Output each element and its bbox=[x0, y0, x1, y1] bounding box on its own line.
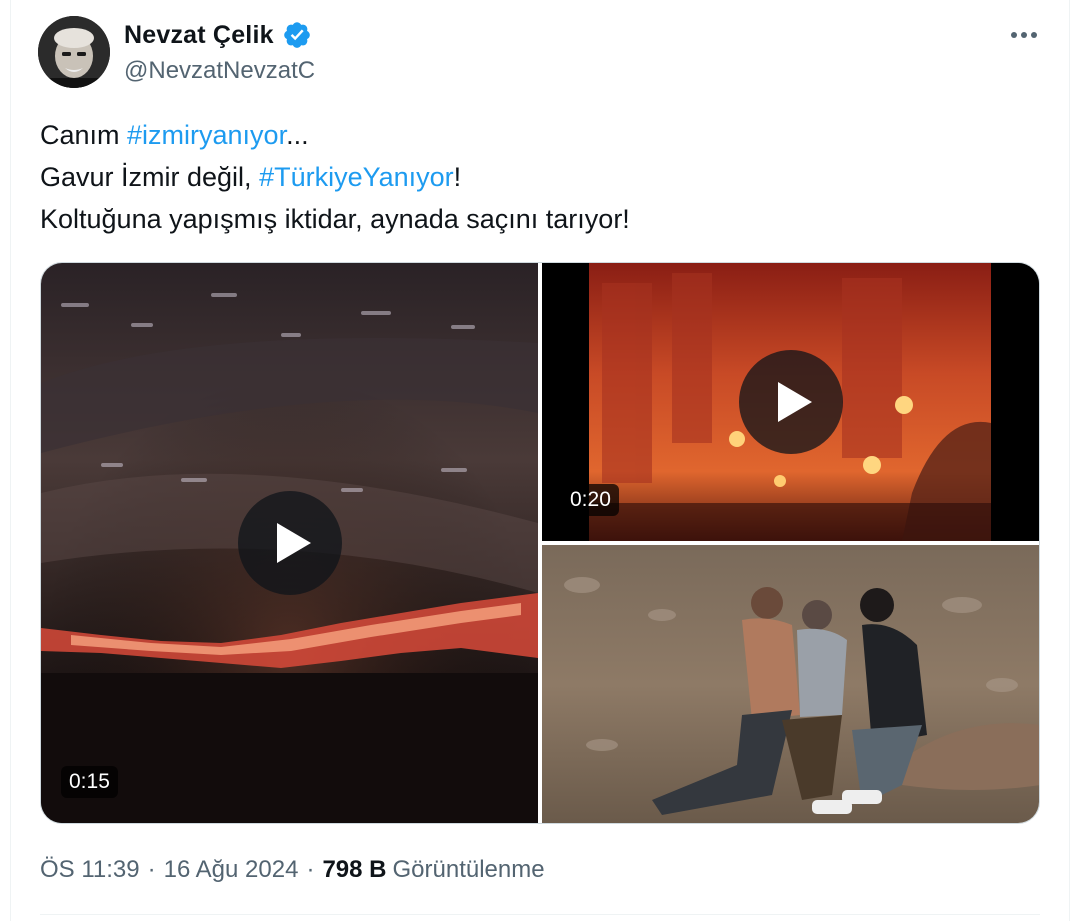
play-triangle bbox=[778, 382, 812, 422]
tweet-text-segment: Canım bbox=[40, 120, 128, 150]
tweet-line-1: Canım #izmiryanıyor... bbox=[40, 114, 1040, 156]
video-duration-badge: 0:15 bbox=[61, 766, 118, 798]
tweet-time-link[interactable]: ÖS 11:39 bbox=[40, 856, 140, 884]
meta-separator: · bbox=[147, 856, 156, 883]
play-icon[interactable] bbox=[238, 491, 342, 595]
hashtag-link[interactable]: #izmiryanıyor bbox=[127, 120, 286, 150]
avatar[interactable] bbox=[38, 16, 110, 88]
video-thumbnail-orange-fire[interactable]: 0:20 bbox=[542, 263, 1039, 541]
more-options-icon[interactable] bbox=[1004, 22, 1044, 48]
author-display-name[interactable]: Nevzat Çelik bbox=[124, 21, 274, 50]
tweet-line-2: Gavur İzmir değil, #TürkiyeYanıyor! bbox=[40, 156, 1040, 198]
photo-thumbnail[interactable] bbox=[542, 545, 1039, 823]
views-label: Görüntülenme bbox=[392, 856, 545, 883]
divider bbox=[40, 914, 1040, 915]
tweet-text-segment: ! bbox=[453, 162, 462, 192]
video-thumbnail-night-fire[interactable]: 0:15 bbox=[41, 263, 538, 823]
tweet-line-3: Koltuğuna yapışmış iktidar, aynada saçın… bbox=[40, 204, 630, 234]
hashtag-link[interactable]: #TürkiyeYanıyor bbox=[259, 162, 454, 192]
views-count[interactable]: 798 B bbox=[322, 856, 386, 884]
play-icon[interactable] bbox=[739, 350, 843, 454]
more-dot bbox=[1031, 32, 1037, 38]
author-handle[interactable]: @NevzatNevzatC bbox=[124, 57, 315, 85]
tweet-text-segment: Gavur İzmir değil, bbox=[40, 162, 260, 192]
tweet-text: Canım #izmiryanıyor... Gavur İzmir değil… bbox=[40, 114, 1040, 240]
media-grid: 0:15 0:20 bbox=[40, 262, 1040, 824]
photo-image bbox=[542, 545, 1039, 823]
more-dot bbox=[1011, 32, 1017, 38]
verified-badge-icon[interactable] bbox=[282, 20, 312, 50]
video-duration-badge: 0:20 bbox=[562, 484, 619, 516]
tweet-card: Nevzat Çelik @NevzatNevzatC Canım #izmir… bbox=[0, 0, 1080, 921]
author-name-row[interactable]: Nevzat Çelik bbox=[124, 20, 312, 50]
meta-separator: · bbox=[306, 856, 315, 883]
tweet-date-link[interactable]: 16 Ağu 2024 bbox=[164, 856, 299, 884]
tweet-meta: ÖS 11:39 · 16 Ağu 2024 · 798 B Görüntüle… bbox=[40, 856, 545, 884]
more-dot bbox=[1021, 32, 1027, 38]
play-triangle bbox=[277, 523, 311, 563]
tweet-text-segment: ... bbox=[286, 120, 309, 150]
